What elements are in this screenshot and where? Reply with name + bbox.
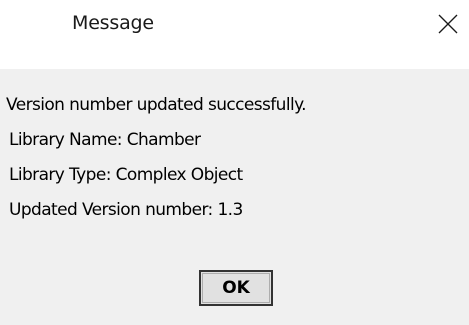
title-bar[interactable]: Message: [0, 0, 469, 52]
updated-version-text: Updated Version number: 1.3: [9, 200, 243, 220]
close-icon: [438, 14, 458, 34]
message-status-text: Version number updated successfully.: [6, 95, 307, 115]
ok-button[interactable]: OK: [199, 270, 273, 306]
library-name-text: Library Name: Chamber: [9, 130, 201, 150]
dialog-title: Message: [72, 12, 154, 34]
message-dialog: Message Version number updated successfu…: [0, 0, 469, 325]
close-button[interactable]: [432, 8, 464, 40]
library-type-text: Library Type: Complex Object: [9, 165, 243, 185]
